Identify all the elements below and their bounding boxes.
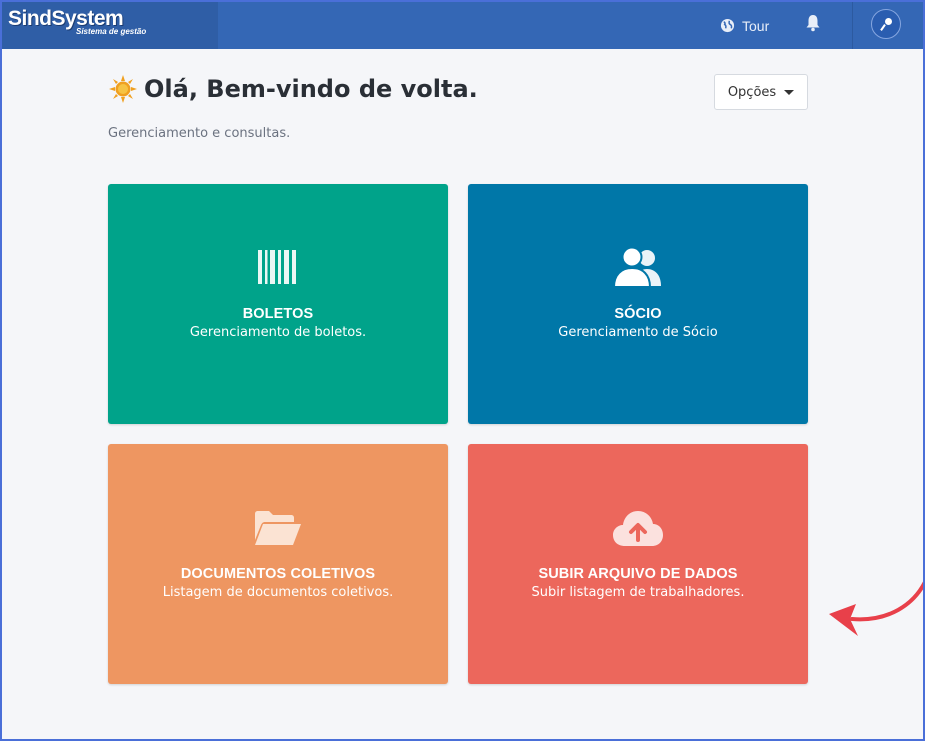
tour-label: Tour <box>742 17 770 34</box>
barcode-icon <box>258 250 296 284</box>
card-boletos[interactable]: BOLETOS Gerenciamento de boletos. <box>108 184 448 424</box>
folder-open-icon <box>255 511 301 545</box>
sun-icon <box>109 75 137 103</box>
bell-icon <box>806 15 820 32</box>
card-title: SÓCIO <box>614 306 662 322</box>
options-dropdown-button[interactable]: Opções <box>714 74 808 110</box>
card-description: Listagem de documentos coletivos. <box>162 585 394 600</box>
notifications-button[interactable] <box>802 12 824 34</box>
card-title: DOCUMENTOS COLETIVOS <box>180 566 376 582</box>
greeting-text: Olá, Bem-vindo de volta. <box>144 75 478 103</box>
page-subtitle: Gerenciamento e consultas. <box>108 126 291 141</box>
card-description: Gerenciamento de Sócio <box>558 325 718 340</box>
users-icon <box>612 246 661 288</box>
page-title: Olá, Bem-vindo de volta. <box>108 74 478 104</box>
card-subir-arquivo[interactable]: SUBIR ARQUIVO DE DADOS Subir listagem de… <box>468 444 808 684</box>
options-label: Opções <box>727 84 777 100</box>
card-title: SUBIR ARQUIVO DE DADOS <box>538 566 738 582</box>
brand-logo[interactable]: SindSystem Sistema de gestão <box>2 2 218 49</box>
caret-down-icon <box>784 89 795 95</box>
brand-tagline: Sistema de gestão <box>76 27 147 36</box>
card-title: BOLETOS <box>242 306 314 322</box>
navbar-divider <box>852 2 853 49</box>
card-description: Gerenciamento de boletos. <box>189 325 367 340</box>
app-window: SindSystem Sistema de gestão Tour Olá, B… <box>0 0 925 741</box>
card-socio[interactable]: SÓCIO Gerenciamento de Sócio <box>468 184 808 424</box>
card-description: Subir listagem de trabalhadores. <box>531 585 745 600</box>
cloud-upload-icon <box>613 511 663 546</box>
tour-button[interactable]: Tour <box>720 2 769 49</box>
card-documentos-coletivos[interactable]: DOCUMENTOS COLETIVOS Listagem de documen… <box>108 444 448 684</box>
annotation-arrow-icon <box>829 581 923 636</box>
top-navbar: SindSystem Sistema de gestão Tour <box>2 2 923 49</box>
user-avatar-button[interactable] <box>871 9 901 39</box>
globe-icon <box>720 18 735 33</box>
